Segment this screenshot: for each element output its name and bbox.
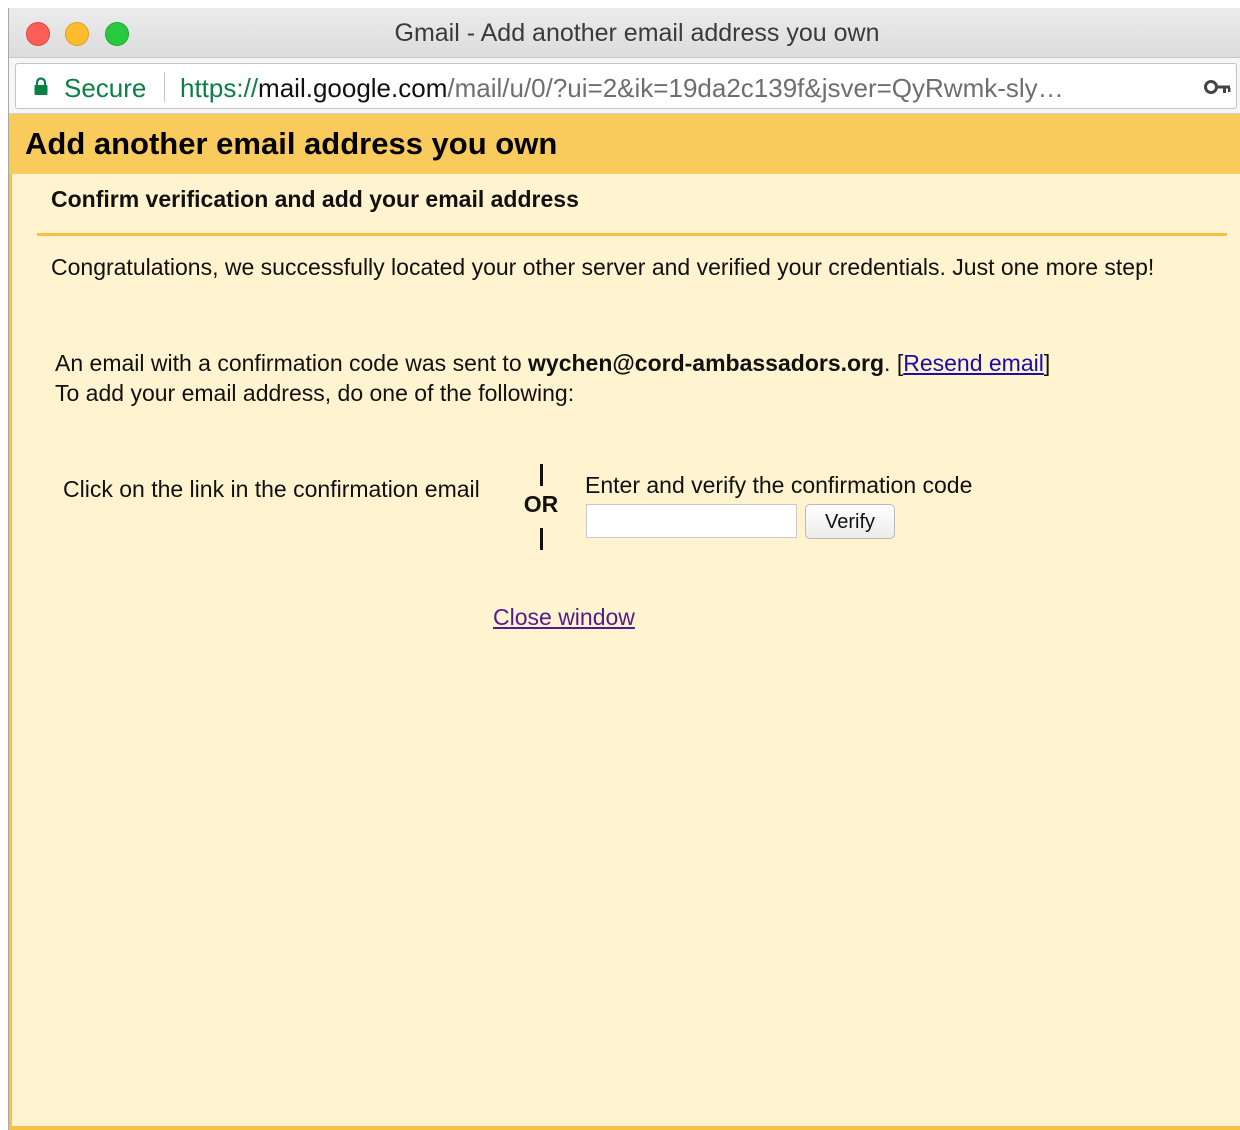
sent-email: wychen@cord-ambassadors.org — [528, 350, 885, 376]
or-divider-bottom — [540, 528, 543, 550]
url-path: /mail/u/0/?ui=2&ik=19da2c139f&jsver=QyRw… — [447, 73, 1064, 103]
congrats-message: Congratulations, we successfully located… — [51, 254, 1155, 280]
section-divider — [37, 233, 1227, 236]
or-label: OR — [523, 491, 559, 517]
window-title: Gmail - Add another email address you ow… — [394, 19, 880, 47]
or-divider-top — [540, 464, 543, 486]
sent-prefix: An email with a confirmation code was se… — [55, 350, 529, 376]
confirmation-code-input[interactable] — [586, 504, 797, 538]
lock-icon — [34, 77, 48, 95]
page-left-border — [9, 114, 12, 1130]
page-bottom-border — [9, 1126, 1240, 1130]
address-bar: Secure https://mail.google.com/mail/u/0/… — [9, 58, 1240, 114]
url-separator — [164, 72, 165, 102]
code-label: Enter and verify the confirmation code — [585, 472, 973, 498]
instructions-text: To add your email address, do one of the… — [55, 380, 575, 406]
page-header: Add another email address you own — [9, 114, 1240, 174]
resend-email-link[interactable]: Resend email — [903, 350, 1044, 376]
url-text[interactable]: https://mail.google.com/mail/u/0/?ui=2&i… — [180, 73, 1064, 104]
page-title: Add another email address you own — [25, 126, 558, 161]
option-click-link-text: Click on the link in the confirmation em… — [63, 476, 480, 502]
confirmation-sent-info: An email with a confirmation code was se… — [55, 348, 1225, 408]
url-scheme: https:// — [180, 73, 259, 103]
sent-suffix: ] — [1043, 350, 1051, 376]
title-bar[interactable]: Gmail - Add another email address you ow… — [9, 8, 1240, 58]
section-title: Confirm verification and add your email … — [51, 186, 579, 212]
close-window-link[interactable]: Close window — [493, 604, 635, 631]
browser-window: Gmail - Add another email address you ow… — [8, 8, 1240, 1130]
key-icon[interactable] — [1204, 78, 1232, 96]
url-host: mail.google.com — [258, 73, 448, 103]
secure-label[interactable]: Secure — [64, 73, 146, 104]
sent-after-email: . [ — [884, 350, 904, 376]
url-field[interactable]: Secure https://mail.google.com/mail/u/0/… — [15, 63, 1237, 109]
verify-button[interactable]: Verify — [805, 504, 895, 539]
